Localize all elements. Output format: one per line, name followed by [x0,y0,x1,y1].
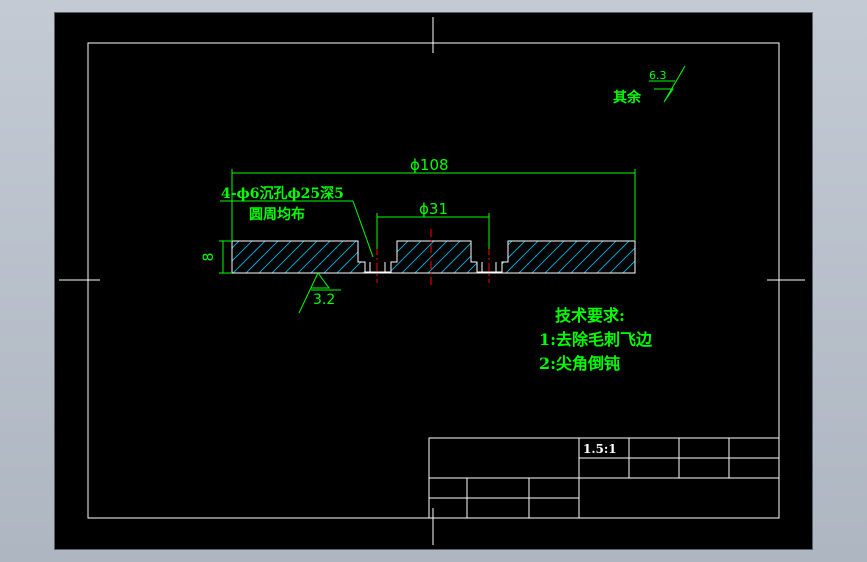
hatch-line [673,239,709,275]
hatch-line [647,239,683,275]
tech-requirements: 技术要求: 1:去除毛刺飞边 2:尖角倒钝 [539,306,653,373]
hatch-line [360,241,398,273]
hole-note: 4-ϕ6沉孔ϕ25深5 圆周均布 [220,185,374,258]
part-section [231,229,709,285]
dim-thickness-text: 8 [201,253,217,262]
hatch-line [633,241,635,273]
surface-finish-rest: 其余 6.3 [613,65,686,106]
drawing-svg: ϕ108 ϕ31 8 4-ϕ6沉孔ϕ25深5 圆周均布 3.2 其余 6.3 技… [59,17,805,545]
tech-requirement-1: 1:去除毛刺飞边 [539,330,653,349]
tech-requirement-2: 2:尖角倒钝 [539,354,620,373]
surface-finish-face-value: 3.2 [313,292,335,308]
drawing-canvas[interactable]: ϕ108 ϕ31 8 4-ϕ6沉孔ϕ25深5 圆周均布 3.2 其余 6.3 技… [54,12,813,550]
section-hatching [232,239,709,275]
title-block: 1.5:1 [428,437,780,519]
hole-note-line2: 圆周均布 [249,206,305,223]
surface-finish-rest-value: 6.3 [649,69,667,82]
hatch-line [660,239,696,275]
surface-finish-face: 3.2 [298,272,341,314]
dim-bolt-circle-text: ϕ31 [419,200,448,218]
dim-overall-text: ϕ108 [410,156,449,174]
hole-note-line1: 4-ϕ6沉孔ϕ25深5 [221,185,344,202]
surface-finish-rest-label: 其余 [613,89,642,106]
dimension-thickness: 8 [201,240,232,274]
inner-border [87,42,780,519]
tech-requirements-title: 技术要求: [555,306,625,325]
title-block-scale: 1.5:1 [583,442,617,456]
